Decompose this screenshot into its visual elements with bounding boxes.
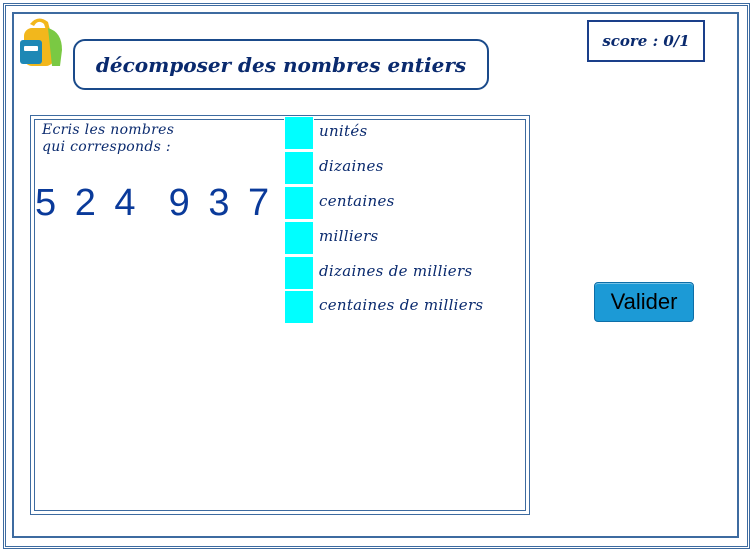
row-dizaines-de-milliers: dizaines de milliers [284,256,544,290]
instruction-line-1: Ecris les nombres [42,122,175,138]
dizaines-label: dizaines [319,157,384,175]
row-centaines: centaines [284,186,544,220]
row-centaines-de-milliers: centaines de milliers [284,290,544,324]
page-title: décomposer des nombres entiers [73,39,489,90]
target-number: 5 2 4 9 3 7 [35,182,274,224]
validate-button[interactable]: Valider [594,282,694,322]
unites-label: unités [319,122,368,140]
row-unites: unités [284,116,544,150]
milliers-input[interactable] [284,221,314,255]
instruction-line-2: qui corresponds : [42,139,171,155]
milliers-label: milliers [319,227,379,245]
dizaines-de-milliers-label: dizaines de milliers [319,262,473,280]
unites-input[interactable] [284,116,314,150]
instruction-text: Ecris les nombres qui corresponds : [42,122,174,156]
row-milliers: milliers [284,221,544,255]
centaines-de-milliers-input[interactable] [284,290,314,324]
centaines-input[interactable] [284,186,314,220]
centaines-label: centaines [319,192,395,210]
backpack-icon [20,18,62,66]
centaines-de-milliers-label: centaines de milliers [319,296,484,314]
dizaines-de-milliers-input[interactable] [284,256,314,290]
dizaines-input[interactable] [284,151,314,185]
row-dizaines: dizaines [284,151,544,185]
score-display: score : 0/1 [587,20,705,62]
